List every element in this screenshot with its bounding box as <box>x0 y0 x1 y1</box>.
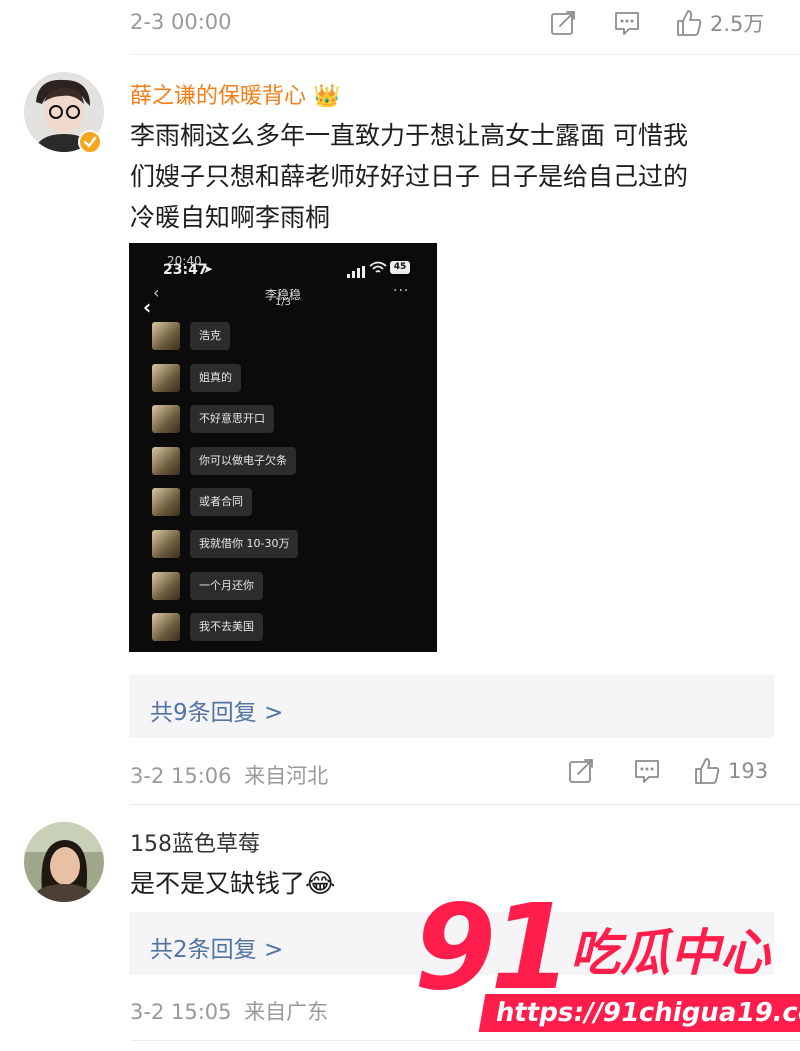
back-arrow-icon: ‹ <box>153 283 160 302</box>
timestamp: 3-2 15:06 <box>130 764 232 788</box>
message-row: 不好意思开口 <box>152 404 298 434</box>
message-bubble: 浩克 <box>190 322 230 350</box>
comment-text-line: 李雨桐这么多年一直致力于想让高女士露面 可惜我 <box>130 121 688 150</box>
signal-icon <box>347 263 365 282</box>
verified-badge-icon <box>78 130 102 154</box>
comment-actions: 193 <box>566 756 768 786</box>
comment-text-body: 是不是又缺钱了 <box>130 869 306 898</box>
message-row: 或者合同 <box>152 487 298 517</box>
attached-image[interactable]: 20:40 23:47 ➤ 45 ‹ ‹ 李稳稳 1/3 ··· 浩克 姐真的 … <box>129 243 437 652</box>
avatar <box>152 405 180 434</box>
comment-username[interactable]: 158蓝色草莓 <box>130 826 260 858</box>
avatar <box>152 322 180 350</box>
page-indicator: 1/3 <box>274 297 292 308</box>
comment-text: 李雨桐这么多年一直致力于想让高女士露面 可惜我 们嫂子只想和薛老师好好过日子 日… <box>130 115 780 238</box>
watermark-number: 91 <box>414 878 572 1016</box>
watermark-logo: 91 吃瓜中心 https://91chigua19.com <box>410 878 800 1040</box>
comment-like-count: 193 <box>728 759 769 783</box>
top-item-like-count: 2.5万 <box>710 12 765 36</box>
message-row: 你可以做电子欠条 <box>152 446 298 476</box>
message-bubble: 我不去美国 <box>190 613 263 642</box>
like-icon[interactable] <box>674 8 704 38</box>
message-row: 浩克 <box>152 321 298 351</box>
message-bubble: 或者合同 <box>190 488 252 517</box>
replies-link[interactable]: 共2条回复 > <box>150 930 283 964</box>
username-text[interactable]: 薛之谦的保暖背心 <box>130 84 306 109</box>
laughing-crying-emoji: 😂 <box>305 869 336 899</box>
message-bubble: 你可以做电子欠条 <box>190 446 296 475</box>
comment-text-line: 们嫂子只想和薛老师好好过日子 日子是给自己过的 <box>130 162 688 191</box>
message-row: 一个月还你 <box>152 571 298 601</box>
avatar <box>152 613 180 642</box>
comment-icon[interactable] <box>632 756 662 786</box>
message-row: 姐真的 <box>152 363 298 393</box>
crown-icon: 👑 <box>313 84 341 109</box>
message-row: 我不去美国 <box>152 612 298 642</box>
location: 来自河北 <box>244 764 329 788</box>
comment-text-line: 冷暖自知啊李雨桐 <box>130 203 331 232</box>
divider <box>130 1040 800 1041</box>
share-icon[interactable] <box>566 756 596 786</box>
message-bubble: 我就借你 10-30万 <box>190 529 299 558</box>
divider <box>130 804 800 805</box>
message-bubble: 姐真的 <box>190 363 241 392</box>
timestamp: 3-2 15:05 <box>130 1000 232 1024</box>
share-icon[interactable] <box>548 8 578 38</box>
message-list: 浩克 姐真的 不好意思开口 你可以做电子欠条 或者合同 我就借你 10-30万 … <box>152 321 299 652</box>
view-replies-button[interactable]: 共9条回复 > <box>129 675 774 738</box>
avatar <box>152 488 180 517</box>
watermark-url: https://91chigua19.com <box>478 994 800 1032</box>
battery-icon: 45 <box>390 261 410 274</box>
location-arrow-icon: ➤ <box>203 262 214 276</box>
more-icon: ··· <box>393 283 410 299</box>
location: 来自广东 <box>244 1000 329 1024</box>
wifi-icon <box>369 260 387 279</box>
back-arrow-icon: ‹ <box>143 295 152 319</box>
comment-icon[interactable] <box>612 8 642 38</box>
avatar <box>152 363 180 392</box>
message-bubble: 不好意思开口 <box>190 405 274 434</box>
top-item-timestamp: 2-3 00:00 <box>130 10 232 34</box>
status-time: 23:47 <box>163 262 208 278</box>
comment-timestamp: 3-2 15:05 来自广东 <box>130 996 328 1026</box>
watermark-brand: 吃瓜中心 <box>570 924 770 982</box>
message-bubble: 一个月还你 <box>190 571 263 600</box>
top-item-actions: 2.5万 <box>548 8 764 38</box>
avatar <box>152 529 180 558</box>
avatar <box>152 571 180 600</box>
replies-link[interactable]: 共9条回复 > <box>150 693 283 727</box>
avatar <box>152 446 180 475</box>
avatar[interactable] <box>24 822 104 902</box>
like-icon[interactable] <box>692 756 722 786</box>
divider <box>130 54 800 55</box>
comment-username[interactable]: 薛之谦的保暖背心 👑 <box>130 78 340 110</box>
comment-text: 是不是又缺钱了😂 <box>130 863 335 905</box>
message-row: 我就借你 10-30万 <box>152 529 299 559</box>
comment-timestamp: 3-2 15:06 来自河北 <box>130 760 328 790</box>
